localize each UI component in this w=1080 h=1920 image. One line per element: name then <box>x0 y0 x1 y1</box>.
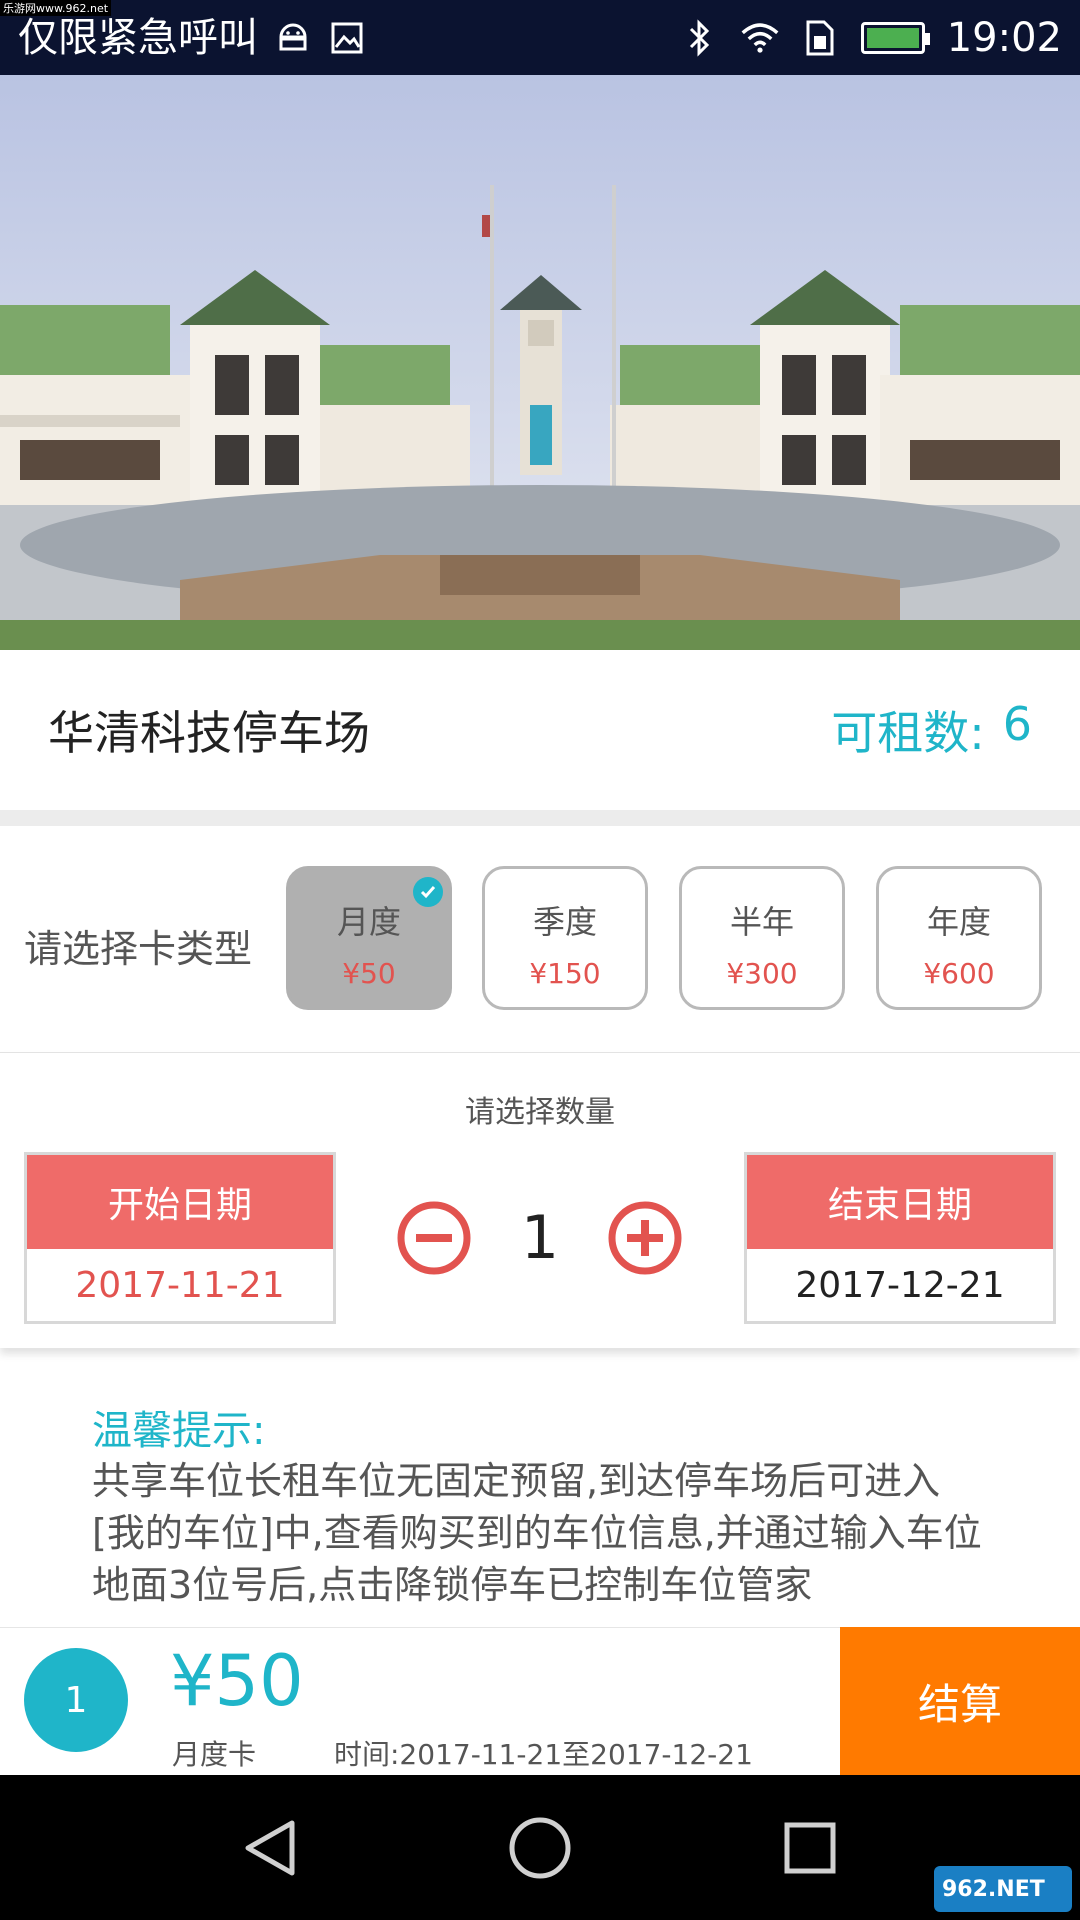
rental-period: 时间:2017-11-21至2017-12-21 <box>334 1738 753 1771</box>
decrease-quantity-button[interactable] <box>396 1200 472 1276</box>
increase-quantity-button[interactable] <box>607 1200 683 1276</box>
card-type-name: 季度 <box>532 903 597 941</box>
start-date-value: 2017-11-21 <box>75 1264 285 1306</box>
section-divider <box>0 810 1080 826</box>
total-price: ¥50 <box>170 1640 304 1722</box>
status-right: 19:02 <box>681 15 1062 61</box>
back-button[interactable] <box>235 1813 305 1883</box>
end-date-box[interactable]: 结束日期 2017-12-21 <box>744 1152 1056 1324</box>
card-type-name: 半年 <box>729 903 794 941</box>
end-date-label: 结束日期 <box>747 1155 1053 1249</box>
end-date-value: 2017-12-21 <box>795 1264 1005 1306</box>
battery-icon <box>860 21 930 54</box>
card-type-price: ¥600 <box>923 957 995 990</box>
sim-icon <box>801 19 839 57</box>
card-kind: 月度卡 <box>172 1738 257 1771</box>
card-type-name: 年度 <box>926 903 991 941</box>
962-logo: 962.NET <box>934 1866 1072 1912</box>
image-icon <box>328 19 366 57</box>
minus-circle-icon <box>397 1201 471 1275</box>
wifi-icon <box>741 19 779 57</box>
card-type-label: 请选择卡类型 <box>24 927 253 971</box>
count-badge: 1 <box>24 1648 128 1752</box>
navigation-bar: 962.NET <box>0 1775 1080 1920</box>
recents-button[interactable] <box>775 1813 845 1883</box>
status-left: 仅限紧急呼叫 <box>18 18 366 58</box>
watermark-text: 乐游网www.962.net <box>0 0 112 16</box>
available-label: 可租数: <box>831 706 985 760</box>
carrier-text: 仅限紧急呼叫 <box>18 14 258 61</box>
plus-circle-icon <box>608 1201 682 1275</box>
back-triangle-icon <box>245 1820 295 1875</box>
home-button[interactable] <box>505 1813 575 1883</box>
parking-lot-photo <box>0 75 1080 650</box>
tips-title: 温馨提示: <box>92 1408 266 1454</box>
card-type-half-year[interactable]: 半年 ¥300 <box>679 866 845 1010</box>
clock: 19:02 <box>946 14 1062 61</box>
tips-body: 共享车位长租车位无固定预留,到达停车场后可进入[我的车位]中,查看购买到的车位信… <box>92 1459 982 1607</box>
card-type-quarterly[interactable]: 季度 ¥150 <box>482 866 648 1010</box>
status-bar: 仅限紧急呼叫 19:02 <box>0 0 1080 75</box>
quantity-value: 1 <box>520 1203 560 1273</box>
quantity-title: 请选择数量 <box>465 1095 615 1130</box>
card-type-price: ¥50 <box>342 957 396 990</box>
card-type-monthly[interactable]: 月度 ¥50 <box>286 866 452 1010</box>
check-icon <box>413 877 443 907</box>
android-icon <box>274 19 312 57</box>
home-circle-icon <box>509 1817 571 1878</box>
recents-square-icon <box>784 1822 836 1873</box>
card-type-price: ¥300 <box>726 957 798 990</box>
card-type-yearly[interactable]: 年度 ¥600 <box>876 866 1042 1010</box>
svg-text:962.NET: 962.NET <box>942 1877 1045 1902</box>
checkout-button[interactable]: 结算 <box>840 1627 1080 1775</box>
lot-header: 华清科技停车场 可租数: 6 <box>0 650 1080 810</box>
available-count: 可租数: 6 <box>831 697 1032 763</box>
available-value: 6 <box>1002 697 1032 751</box>
bluetooth-icon <box>681 18 719 57</box>
card-type-price: ¥150 <box>529 957 601 990</box>
start-date-label: 开始日期 <box>27 1155 333 1249</box>
lot-name: 华清科技停车场 <box>48 706 370 760</box>
start-date-box[interactable]: 开始日期 2017-11-21 <box>24 1152 336 1324</box>
